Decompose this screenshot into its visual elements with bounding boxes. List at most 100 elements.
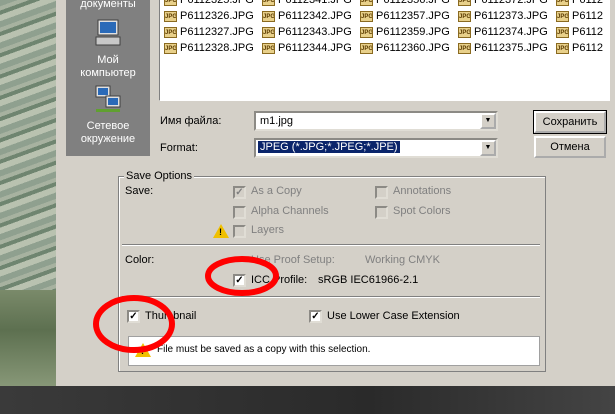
alpha-channels-label: Alpha Channels [251, 205, 329, 217]
warning-text: File must be saved as a copy with this s… [157, 344, 371, 355]
jpg-file-icon: JPG [164, 42, 177, 54]
chevron-down-icon[interactable]: ▼ [480, 140, 496, 156]
filename-input[interactable]: m1.jpg ▼ [254, 111, 498, 131]
file-item[interactable]: JPG P6112356.JPG [360, 0, 450, 8]
jpg-file-icon: JPG [164, 10, 177, 22]
my-computer-icon [95, 19, 121, 46]
file-item[interactable]: JPG P6112344.JPG [262, 40, 352, 56]
jpg-file-icon: JPG [164, 0, 177, 6]
jpg-file-icon: JPG [458, 0, 471, 6]
jpg-file-icon: JPG [262, 42, 275, 54]
file-item[interactable]: JPG P6112326.JPG [164, 8, 254, 24]
file-item[interactable]: JPG P6112341.JPG [262, 0, 352, 8]
file-item[interactable]: JPG P6112374.JPG [458, 24, 548, 40]
separator [122, 296, 540, 298]
file-name: P6112344.JPG [278, 42, 352, 54]
jpg-file-icon: JPG [360, 42, 373, 54]
cancel-button[interactable]: Отмена [534, 136, 606, 158]
places-bar: документы Мой компьютер Сетевое окружени… [66, 0, 150, 156]
file-item[interactable]: JPG P6112342.JPG [262, 8, 352, 24]
file-name: P6112342.JPG [278, 10, 352, 22]
spot-colors-checkbox[interactable] [375, 206, 388, 219]
jpg-file-icon: JPG [556, 10, 569, 22]
file-item[interactable]: JPG P6112343.JPG [262, 24, 352, 40]
save-button[interactable]: Сохранить [533, 110, 607, 134]
filename-label: Имя файла: [160, 115, 222, 127]
warning-message-box: ! File must be saved as a copy with this… [128, 336, 540, 366]
place-label: Мой компьютер [80, 54, 136, 79]
file-item[interactable]: JPG P6112328.JPG [164, 40, 254, 56]
file-name: P6112359.JPG [376, 26, 450, 38]
annotation-circle [93, 295, 175, 353]
network-places-icon [95, 85, 121, 112]
jpg-file-icon: JPG [360, 0, 373, 6]
file-name: P6112373.JPG [474, 10, 548, 22]
chevron-down-icon[interactable]: ▼ [480, 113, 496, 129]
save-options-title: Save Options [124, 170, 195, 182]
jpg-file-icon: JPG [262, 26, 275, 38]
desktop-background-bottom [0, 386, 615, 414]
file-name: P6112328.JPG [180, 42, 254, 54]
desktop-background [0, 0, 56, 414]
place-network[interactable]: Сетевое окружение [66, 84, 150, 146]
file-item[interactable]: JPG P6112 [556, 0, 603, 8]
file-item[interactable]: JPG P6112 [556, 40, 603, 56]
place-my-documents[interactable]: документы [66, 0, 150, 11]
file-name: P6112325.JPG [180, 0, 254, 6]
file-item[interactable]: JPG P6112375.JPG [458, 40, 548, 56]
lower-case-extension-checkbox[interactable]: ✓ [309, 310, 322, 323]
layers-label: Layers [251, 224, 285, 236]
file-column-4: JPG P6112372.JPG JPG P6112373.JPG JPG P611237… [458, 0, 548, 56]
jpg-file-icon: JPG [458, 42, 471, 54]
annotations-checkbox[interactable] [375, 186, 388, 199]
as-a-copy-checkbox[interactable]: ✓ [233, 186, 246, 199]
jpg-file-icon: JPG [360, 26, 373, 38]
file-column-1: JPG P6112325.JPG JPG P6112326.JPG JPG P611232… [164, 0, 254, 56]
jpg-file-icon: JPG [556, 42, 569, 54]
file-name: P6112 [572, 10, 603, 22]
file-item[interactable]: JPG P6112372.JPG [458, 0, 548, 8]
file-item[interactable]: JPG P6112360.JPG [360, 40, 450, 56]
file-item[interactable]: JPG P6112 [556, 8, 603, 24]
separator [122, 244, 540, 246]
file-column-3: JPG P6112356.JPG JPG P6112357.JPG JPG P611235… [360, 0, 450, 56]
file-list[interactable]: JPG P6112325.JPG JPG P6112326.JPG JPG P611232… [159, 0, 610, 101]
icc-profile-value: sRGB IEC61966-2.1 [318, 274, 419, 286]
file-name: P6112356.JPG [376, 0, 450, 6]
format-select[interactable]: JPEG (*.JPG;*.JPEG;*.JPE) ▼ [254, 138, 498, 158]
file-name: P6112 [572, 0, 603, 6]
alpha-channels-checkbox[interactable] [233, 206, 246, 219]
color-label: Color: [125, 254, 155, 266]
as-a-copy-label: As a Copy [251, 185, 302, 197]
file-name: P6112360.JPG [376, 42, 450, 54]
jpg-file-icon: JPG [458, 10, 471, 22]
filename-value: m1.jpg [260, 115, 294, 127]
jpg-file-icon: JPG [458, 26, 471, 38]
file-name: P6112375.JPG [474, 42, 548, 54]
file-item[interactable]: JPG P6112327.JPG [164, 24, 254, 40]
file-name: P6112343.JPG [278, 26, 352, 38]
file-name: P6112357.JPG [376, 10, 450, 22]
place-my-computer[interactable]: Мой компьютер [66, 18, 150, 80]
lower-case-extension-label: Use Lower Case Extension [327, 310, 460, 322]
layers-checkbox[interactable] [233, 225, 246, 238]
format-label: Format: [160, 142, 198, 154]
jpg-file-icon: JPG [262, 0, 275, 6]
jpg-file-icon: JPG [262, 10, 275, 22]
file-column-2: JPG P6112341.JPG JPG P6112342.JPG JPG P611234… [262, 0, 352, 56]
file-name: P6112326.JPG [180, 10, 254, 22]
annotations-label: Annotations [393, 185, 452, 197]
file-item[interactable]: JPG P6112325.JPG [164, 0, 254, 8]
place-label: документы [80, 0, 136, 10]
file-item[interactable]: JPG P6112 [556, 24, 603, 40]
file-column-5: JPG P6112 JPG P6112 JPG P6112 JPG P6112 [556, 0, 603, 56]
file-item[interactable]: JPG P6112359.JPG [360, 24, 450, 40]
place-label: Сетевое окружение [80, 120, 136, 145]
spot-colors-label: Spot Colors [393, 205, 451, 217]
file-name: P6112372.JPG [474, 0, 548, 6]
annotation-circle [205, 256, 279, 296]
file-item[interactable]: JPG P6112357.JPG [360, 8, 450, 24]
format-value: JPEG (*.JPG;*.JPEG;*.JPE) [258, 141, 400, 153]
file-item[interactable]: JPG P6112373.JPG [458, 8, 548, 24]
file-name: P6112 [572, 42, 603, 54]
